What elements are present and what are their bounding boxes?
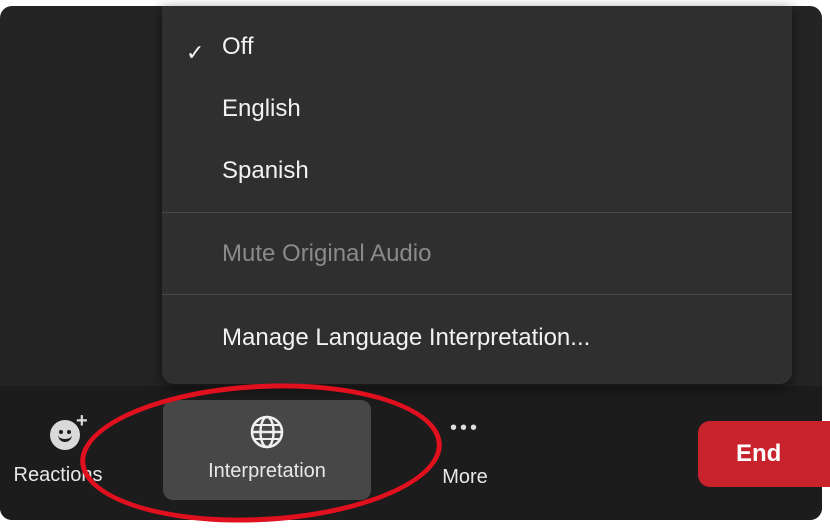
menu-item-spanish[interactable]: Spanish [222,157,309,185]
ellipsis-icon: ••• [449,417,480,439]
interpretation-button[interactable]: Interpretation [163,400,371,500]
reactions-label: Reactions [13,464,103,486]
menu-separator [162,294,792,295]
more-button[interactable]: ••• More [410,418,520,489]
menu-item-manage-language-interpretation[interactable]: Manage Language Interpretation... [222,324,590,352]
globe-icon [250,415,284,449]
menu-separator [162,212,792,213]
smiley-plus-icon: + [50,410,88,450]
reactions-button[interactable]: + Reactions [0,410,140,487]
end-meeting-button[interactable]: End [698,421,830,487]
menu-item-mute-original-audio: Mute Original Audio [222,240,432,267]
checkmark-icon: ✓ [186,40,205,65]
interpretation-label: Interpretation [208,460,326,482]
menu-item-english[interactable]: English [222,95,301,123]
interpretation-menu: ✓ Off English Spanish Mute Original Audi… [162,6,792,384]
end-label: End [736,440,782,467]
more-label: More [442,466,488,488]
menu-item-off[interactable]: Off [222,33,254,61]
